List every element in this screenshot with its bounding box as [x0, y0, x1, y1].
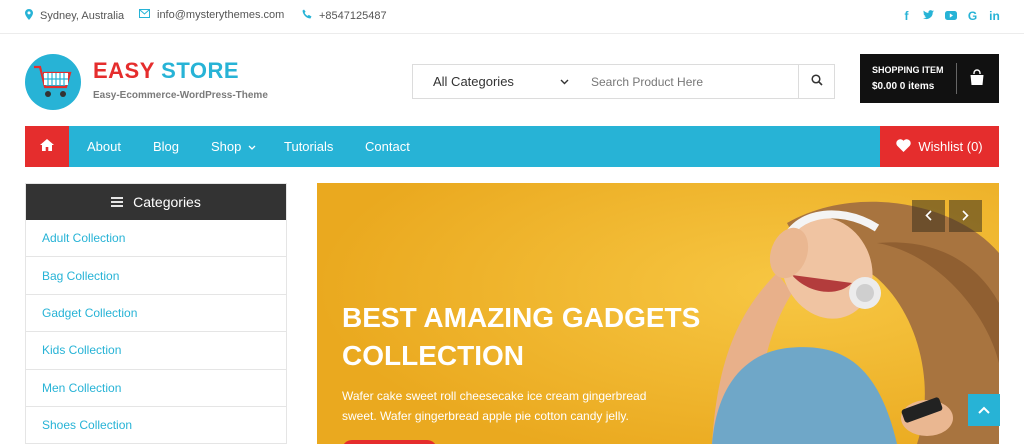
categories-sidebar: Categories Adult Collection Bag Collecti…: [25, 183, 287, 444]
home-icon: [40, 138, 54, 156]
category-item[interactable]: Adult Collection: [26, 220, 286, 258]
nav-item-about[interactable]: About: [87, 139, 121, 154]
site-title[interactable]: EASY STORE: [93, 58, 239, 84]
scroll-to-top-button[interactable]: [968, 394, 1000, 426]
email-text[interactable]: info@mysterythemes.com: [157, 9, 284, 21]
site-tagline: Easy-Ecommerce-WordPress-Theme: [93, 90, 268, 101]
site-title-word2: STORE: [161, 58, 240, 83]
nav-item-contact[interactable]: Contact: [365, 139, 410, 154]
main-navigation: About Blog Shop Tutorials Contact Wishli…: [25, 126, 999, 167]
phone-icon: [302, 9, 312, 22]
phone-info[interactable]: +8547125487: [302, 9, 387, 22]
slider-next-button[interactable]: [949, 200, 982, 232]
category-item[interactable]: Men Collection: [26, 370, 286, 407]
slider-cta-button[interactable]: [342, 440, 437, 444]
email-info[interactable]: info@mysterythemes.com: [139, 9, 284, 21]
linkedin-icon[interactable]: in: [989, 9, 1000, 23]
cart-divider: [956, 63, 957, 94]
search-input[interactable]: Search Product Here: [579, 65, 798, 98]
category-select-value: All Categories: [433, 74, 514, 89]
nav-item-shop-label: Shop: [211, 139, 242, 154]
top-bar: Sydney, Australia info@mysterythemes.com…: [0, 0, 1024, 34]
chevron-down-icon: [245, 139, 256, 154]
location-text: Sydney, Australia: [40, 10, 125, 22]
social-links: f G in: [901, 9, 1000, 23]
google-icon[interactable]: G: [967, 9, 978, 23]
home-button[interactable]: [25, 126, 69, 167]
nav-item-tutorials[interactable]: Tutorials: [284, 139, 333, 154]
search-button[interactable]: [798, 65, 834, 98]
logo-cart-icon[interactable]: [25, 54, 81, 110]
cart-summary: $0.00 0 items: [872, 81, 935, 92]
hero-slider: BEST AMAZING GADGETS COLLECTION Wafer ca…: [317, 183, 999, 444]
map-marker-icon: [25, 9, 33, 23]
envelope-icon: [139, 9, 150, 21]
slider-description: Wafer cake sweet roll cheesecake ice cre…: [342, 389, 647, 423]
chevron-down-icon: [560, 77, 569, 87]
category-item[interactable]: Kids Collection: [26, 332, 286, 370]
shopping-cart-button[interactable]: SHOPPING ITEM $0.00 0 items: [860, 54, 999, 103]
category-select[interactable]: All Categories: [413, 65, 579, 98]
twitter-icon[interactable]: [923, 9, 934, 23]
category-item[interactable]: Shoes Collection: [26, 407, 286, 444]
search-icon: [810, 73, 823, 91]
nav-item-shop[interactable]: Shop: [211, 139, 256, 154]
arrow-up-icon: [978, 401, 990, 419]
chevron-left-icon: [925, 208, 932, 224]
cart-label: SHOPPING ITEM: [872, 65, 944, 75]
categories-header: Categories: [26, 184, 286, 220]
menu-icon: [111, 194, 124, 210]
site-title-word1: EASY: [93, 58, 155, 83]
nav-item-blog[interactable]: Blog: [153, 139, 179, 154]
phone-text[interactable]: +8547125487: [319, 10, 387, 22]
heart-icon: [896, 138, 912, 155]
wishlist-label: Wishlist (0): [918, 139, 983, 154]
youtube-icon[interactable]: [945, 9, 957, 23]
slider-title: BEST AMAZING GADGETS COLLECTION: [342, 302, 701, 371]
shopping-bag-icon: [969, 69, 985, 91]
product-search: All Categories Search Product Here: [412, 64, 835, 99]
categories-title: Categories: [133, 194, 201, 210]
category-item[interactable]: Bag Collection: [26, 257, 286, 295]
slider-prev-button[interactable]: [912, 200, 945, 232]
location-info: Sydney, Australia: [25, 9, 124, 23]
chevron-right-icon: [962, 208, 969, 224]
wishlist-button[interactable]: Wishlist (0): [880, 126, 999, 167]
category-item[interactable]: Gadget Collection: [26, 295, 286, 333]
facebook-icon[interactable]: f: [901, 9, 912, 23]
